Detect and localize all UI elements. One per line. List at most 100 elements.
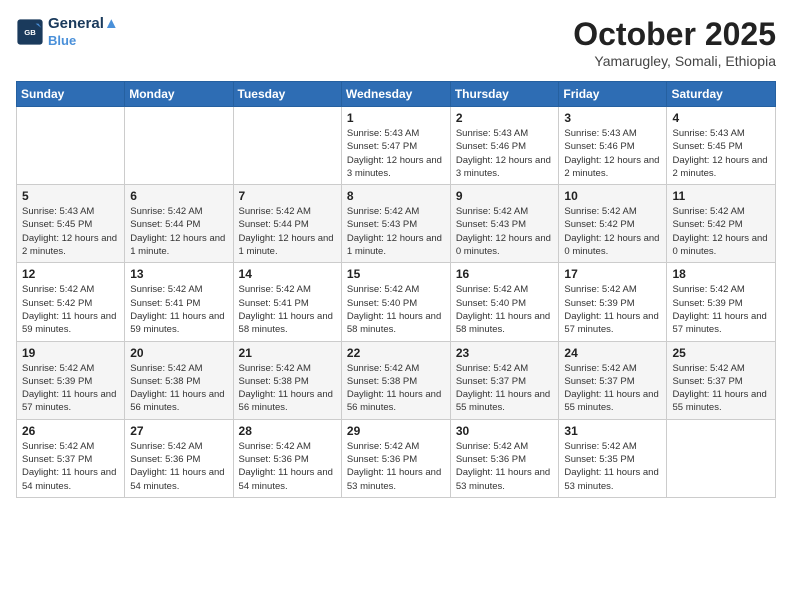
calendar-cell: 23 Sunrise: 5:42 AMSunset: 5:37 PMDayligh…	[450, 341, 559, 419]
day-number: 3	[564, 111, 661, 125]
day-info: Sunrise: 5:42 AMSunset: 5:43 PMDaylight:…	[347, 205, 445, 258]
day-info: Sunrise: 5:42 AMSunset: 5:41 PMDaylight:…	[239, 283, 336, 336]
svg-text:GB: GB	[24, 28, 36, 37]
day-info: Sunrise: 5:42 AMSunset: 5:44 PMDaylight:…	[239, 205, 336, 258]
logo-icon: GB	[16, 18, 44, 46]
day-number: 14	[239, 267, 336, 281]
location-title: Yamarugley, Somali, Ethiopia	[573, 53, 776, 69]
day-number: 8	[347, 189, 445, 203]
calendar-cell: 16 Sunrise: 5:42 AMSunset: 5:40 PMDayligh…	[450, 263, 559, 341]
weekday-header: Wednesday	[341, 82, 450, 107]
day-info: Sunrise: 5:42 AMSunset: 5:42 PMDaylight:…	[672, 205, 770, 258]
calendar-cell: 8 Sunrise: 5:42 AMSunset: 5:43 PMDaylight…	[341, 185, 450, 263]
day-info: Sunrise: 5:42 AMSunset: 5:36 PMDaylight:…	[130, 440, 227, 493]
day-info: Sunrise: 5:42 AMSunset: 5:42 PMDaylight:…	[22, 283, 119, 336]
day-number: 1	[347, 111, 445, 125]
calendar-cell: 3 Sunrise: 5:43 AMSunset: 5:46 PMDaylight…	[559, 107, 667, 185]
day-number: 25	[672, 346, 770, 360]
calendar-cell: 15 Sunrise: 5:42 AMSunset: 5:40 PMDayligh…	[341, 263, 450, 341]
calendar-cell: 17Sunrise: 5:42 AMSunset: 5:39 PMDayligh…	[559, 263, 667, 341]
day-number: 15	[347, 267, 445, 281]
day-info: Sunrise: 5:42 AMSunset: 5:38 PMDaylight:…	[130, 362, 227, 415]
month-title: October 2025	[573, 16, 776, 53]
day-number: 23	[456, 346, 554, 360]
day-info: Sunrise: 5:42 AMSunset: 5:40 PMDaylight:…	[456, 283, 554, 336]
weekday-header: Saturday	[667, 82, 776, 107]
day-number: 20	[130, 346, 227, 360]
calendar-cell: 1 Sunrise: 5:43 AMSunset: 5:47 PMDaylight…	[341, 107, 450, 185]
day-number: 2	[456, 111, 554, 125]
calendar-cell: 4Sunrise: 5:43 AMSunset: 5:45 PMDaylight…	[667, 107, 776, 185]
day-number: 9	[456, 189, 554, 203]
calendar-cell	[17, 107, 125, 185]
day-number: 22	[347, 346, 445, 360]
day-number: 10	[564, 189, 661, 203]
weekday-header: Thursday	[450, 82, 559, 107]
day-number: 16	[456, 267, 554, 281]
day-number: 24	[564, 346, 661, 360]
day-number: 12	[22, 267, 119, 281]
calendar-cell: 11Sunrise: 5:42 AMSunset: 5:42 PMDayligh…	[667, 185, 776, 263]
title-area: October 2025 Yamarugley, Somali, Ethiopi…	[573, 16, 776, 69]
calendar-cell	[125, 107, 233, 185]
weekday-header: Friday	[559, 82, 667, 107]
calendar-cell: 10 Sunrise: 5:42 AMSunset: 5:42 PMDayligh…	[559, 185, 667, 263]
calendar-cell: 31Sunrise: 5:42 AMSunset: 5:35 PMDayligh…	[559, 419, 667, 497]
day-info: Sunrise: 5:42 AMSunset: 5:37 PMDaylight:…	[672, 362, 770, 415]
day-number: 17	[564, 267, 661, 281]
calendar-cell: 27 Sunrise: 5:42 AMSunset: 5:36 PMDayligh…	[125, 419, 233, 497]
day-info: Sunrise: 5:42 AMSunset: 5:36 PMDaylight:…	[456, 440, 554, 493]
day-number: 7	[239, 189, 336, 203]
weekday-header: Tuesday	[233, 82, 341, 107]
day-info: Sunrise: 5:42 AMSunset: 5:37 PMDaylight:…	[456, 362, 554, 415]
day-number: 21	[239, 346, 336, 360]
day-info: Sunrise: 5:42 AMSunset: 5:41 PMDaylight:…	[130, 283, 227, 336]
logo-text: General▲ Blue	[48, 16, 119, 48]
calendar-week-row: 19Sunrise: 5:42 AMSunset: 5:39 PMDayligh…	[17, 341, 776, 419]
day-info: Sunrise: 5:43 AMSunset: 5:47 PMDaylight:…	[347, 127, 445, 180]
calendar-cell: 28 Sunrise: 5:42 AMSunset: 5:36 PMDayligh…	[233, 419, 341, 497]
day-info: Sunrise: 5:42 AMSunset: 5:37 PMDaylight:…	[564, 362, 661, 415]
day-number: 26	[22, 424, 119, 438]
calendar-cell: 14 Sunrise: 5:42 AMSunset: 5:41 PMDayligh…	[233, 263, 341, 341]
calendar-cell: 25 Sunrise: 5:42 AMSunset: 5:37 PMDayligh…	[667, 341, 776, 419]
day-info: Sunrise: 5:43 AMSunset: 5:46 PMDaylight:…	[456, 127, 554, 180]
weekday-header: Sunday	[17, 82, 125, 107]
day-info: Sunrise: 5:43 AMSunset: 5:45 PMDaylight:…	[22, 205, 119, 258]
page-header: GB General▲ Blue October 2025 Yamarugley…	[16, 16, 776, 69]
day-info: Sunrise: 5:42 AMSunset: 5:42 PMDaylight:…	[564, 205, 661, 258]
day-info: Sunrise: 5:42 AMSunset: 5:38 PMDaylight:…	[239, 362, 336, 415]
day-info: Sunrise: 5:42 AMSunset: 5:35 PMDaylight:…	[564, 440, 661, 493]
calendar-cell: 13Sunrise: 5:42 AMSunset: 5:41 PMDayligh…	[125, 263, 233, 341]
weekday-header: Monday	[125, 82, 233, 107]
day-number: 19	[22, 346, 119, 360]
day-info: Sunrise: 5:42 AMSunset: 5:44 PMDaylight:…	[130, 205, 227, 258]
day-info: Sunrise: 5:42 AMSunset: 5:36 PMDaylight:…	[347, 440, 445, 493]
day-info: Sunrise: 5:43 AMSunset: 5:45 PMDaylight:…	[672, 127, 770, 180]
day-number: 27	[130, 424, 227, 438]
day-number: 6	[130, 189, 227, 203]
calendar-cell: 30 Sunrise: 5:42 AMSunset: 5:36 PMDayligh…	[450, 419, 559, 497]
day-info: Sunrise: 5:42 AMSunset: 5:40 PMDaylight:…	[347, 283, 445, 336]
calendar-cell: 22 Sunrise: 5:42 AMSunset: 5:38 PMDayligh…	[341, 341, 450, 419]
day-info: Sunrise: 5:42 AMSunset: 5:38 PMDaylight:…	[347, 362, 445, 415]
day-number: 28	[239, 424, 336, 438]
weekday-header-row: SundayMondayTuesdayWednesdayThursdayFrid…	[17, 82, 776, 107]
day-info: Sunrise: 5:42 AMSunset: 5:37 PMDaylight:…	[22, 440, 119, 493]
calendar-week-row: 5 Sunrise: 5:43 AMSunset: 5:45 PMDaylight…	[17, 185, 776, 263]
logo: GB General▲ Blue	[16, 16, 119, 48]
calendar-table: SundayMondayTuesdayWednesdayThursdayFrid…	[16, 81, 776, 498]
calendar-cell: 26 Sunrise: 5:42 AMSunset: 5:37 PMDayligh…	[17, 419, 125, 497]
day-number: 5	[22, 189, 119, 203]
calendar-cell: 24 Sunrise: 5:42 AMSunset: 5:37 PMDayligh…	[559, 341, 667, 419]
day-number: 18	[672, 267, 770, 281]
day-info: Sunrise: 5:43 AMSunset: 5:46 PMDaylight:…	[564, 127, 661, 180]
day-number: 29	[347, 424, 445, 438]
day-info: Sunrise: 5:42 AMSunset: 5:36 PMDaylight:…	[239, 440, 336, 493]
calendar-cell: 21 Sunrise: 5:42 AMSunset: 5:38 PMDayligh…	[233, 341, 341, 419]
day-number: 30	[456, 424, 554, 438]
calendar-cell: 2 Sunrise: 5:43 AMSunset: 5:46 PMDaylight…	[450, 107, 559, 185]
calendar-cell	[667, 419, 776, 497]
calendar-cell: 6 Sunrise: 5:42 AMSunset: 5:44 PMDaylight…	[125, 185, 233, 263]
calendar-cell: 19Sunrise: 5:42 AMSunset: 5:39 PMDayligh…	[17, 341, 125, 419]
